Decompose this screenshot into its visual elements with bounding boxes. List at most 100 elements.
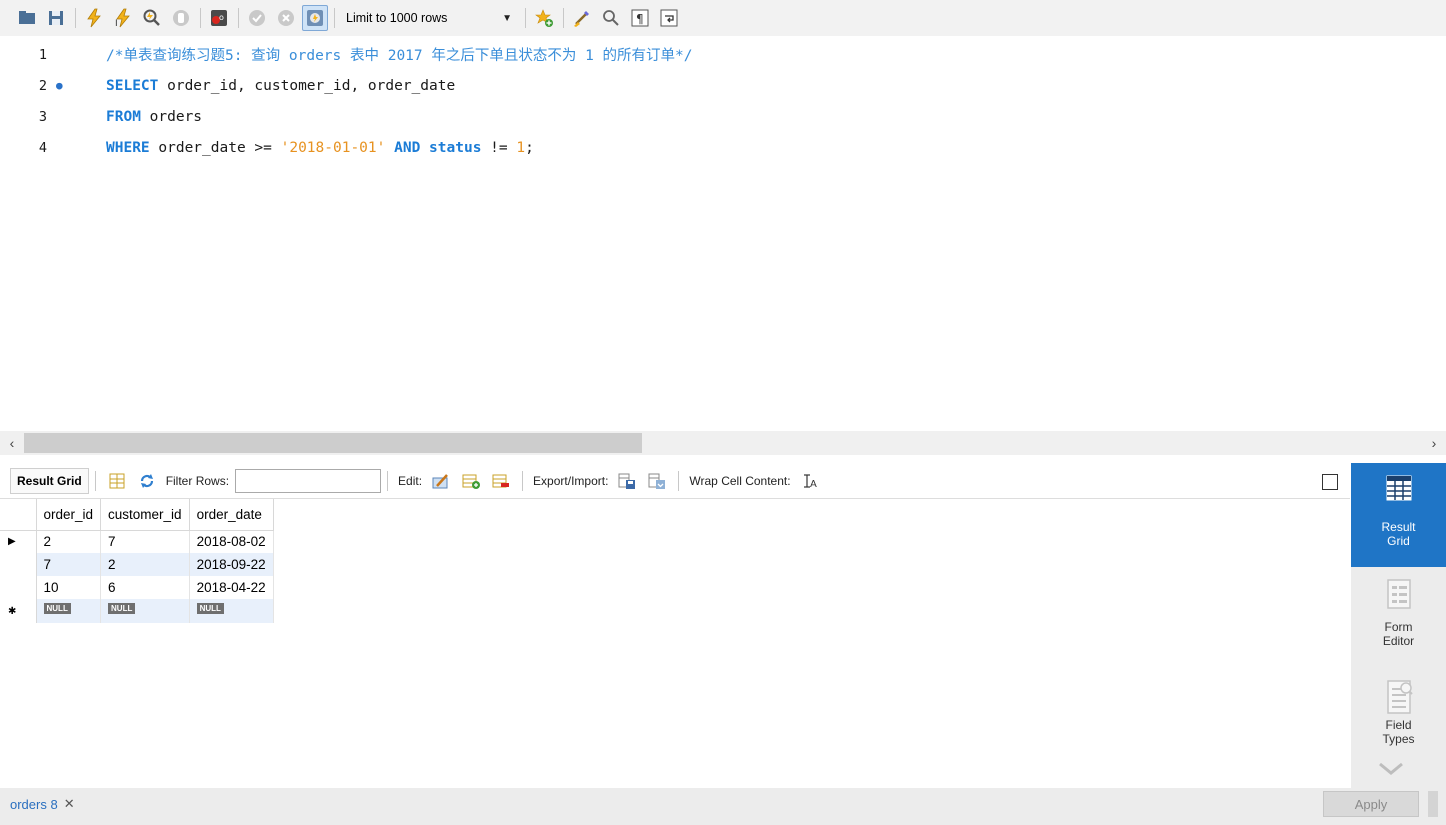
row-header-corner	[0, 499, 37, 531]
sql-editor-toolbar: I o Limit to 1000 rows ▼ ¶	[0, 0, 1446, 36]
explain-icon[interactable]	[139, 5, 165, 31]
toolbar-separator	[200, 8, 201, 28]
edit-label: Edit:	[398, 473, 423, 488]
null-badge: NULL	[108, 603, 136, 614]
wrap-icon[interactable]	[656, 5, 682, 31]
grid-cell[interactable]: 6	[100, 576, 190, 599]
grid-header-row: order_id customer_id order_date	[0, 499, 274, 531]
filter-rows-input[interactable]	[235, 468, 382, 493]
grid-cell[interactable]: 10	[36, 576, 102, 599]
find-icon[interactable]	[598, 5, 624, 31]
editor-horizontal-scrollbar[interactable]: ‹ ›	[0, 431, 1446, 455]
toolbar-separator	[94, 470, 96, 491]
row-header[interactable]	[0, 553, 37, 576]
table-row[interactable]: 10 6 2018-04-22	[0, 576, 274, 599]
insert-row-icon[interactable]	[460, 470, 482, 492]
result-grid-tab[interactable]: Result Grid	[10, 467, 89, 494]
table-row[interactable]: 7 2 2018-09-22	[0, 553, 274, 576]
invisible-chars-icon[interactable]: ¶	[627, 5, 653, 31]
grid-layout-icon[interactable]	[106, 470, 128, 492]
scroll-track[interactable]	[24, 432, 1422, 454]
result-side-panel: Result Grid Form Editor Field Types	[1351, 463, 1446, 788]
commit-icon[interactable]	[244, 5, 270, 31]
grid-cell-null[interactable]: NULL	[36, 599, 102, 623]
limit-rows-label: Limit to 1000 rows	[346, 11, 448, 25]
apply-button[interactable]: Apply	[1323, 791, 1419, 817]
grid-cell[interactable]: 2018-08-02	[189, 530, 274, 553]
grid-cell[interactable]: 2	[100, 553, 190, 576]
grid-cell[interactable]: 7	[100, 530, 190, 553]
grid-cell[interactable]: 7	[36, 553, 102, 576]
new-row[interactable]: ✱ NULL NULL NULL	[0, 599, 274, 623]
column-header[interactable]: order_date	[189, 499, 274, 531]
grid-cell[interactable]: 2	[36, 530, 102, 553]
toggle-error-icon[interactable]: o	[206, 5, 232, 31]
export-import-label: Export/Import:	[533, 473, 609, 488]
null-badge: NULL	[196, 603, 224, 614]
grid-cell[interactable]: 2018-04-22	[189, 576, 274, 599]
stop-icon[interactable]	[168, 5, 194, 31]
column-header[interactable]: customer_id	[100, 499, 190, 531]
result-tab-bar: orders 8 ✕ Apply	[0, 788, 1446, 825]
panel-grip[interactable]	[1428, 791, 1438, 817]
refresh-icon[interactable]	[136, 470, 158, 492]
autocommit-icon[interactable]	[302, 5, 328, 31]
side-tab-form-editor[interactable]: Form Editor	[1351, 573, 1446, 669]
edit-row-icon[interactable]	[430, 470, 452, 492]
close-icon[interactable]: ✕	[64, 796, 75, 812]
code-line[interactable]: 4 WHERE order_date >= '2018-01-01' AND s…	[0, 132, 534, 163]
code-line[interactable]: 2 ● SELECT order_id, customer_id, order_…	[0, 70, 455, 101]
wrap-cell-icon[interactable]: A	[799, 470, 821, 492]
code-line[interactable]: 3 FROM orders	[0, 101, 202, 132]
result-tab-orders[interactable]: orders 8 ✕	[10, 796, 75, 812]
side-tab-field-types[interactable]: Field Types	[1351, 673, 1446, 767]
side-tab-label: Types	[1382, 732, 1415, 746]
null-badge: NULL	[43, 603, 71, 614]
form-editor-icon	[1386, 579, 1411, 609]
import-icon[interactable]	[646, 470, 668, 492]
grid-cell[interactable]: 2018-09-22	[189, 553, 274, 576]
side-tab-label: Editor	[1382, 634, 1415, 648]
side-tab-result-grid[interactable]: Result Grid	[1351, 463, 1446, 567]
export-icon[interactable]	[616, 470, 638, 492]
execute-icon[interactable]	[81, 5, 107, 31]
line-number: 1	[38, 46, 47, 63]
table-row[interactable]: ▶ 2 7 2018-08-02	[0, 530, 274, 553]
row-header[interactable]	[0, 576, 37, 599]
side-tab-label: Field	[1385, 718, 1412, 732]
scroll-thumb[interactable]	[24, 433, 642, 453]
toggle-side-panel-icon[interactable]	[1322, 474, 1338, 490]
svg-text:¶: ¶	[636, 12, 644, 26]
scroll-left-icon[interactable]: ‹	[0, 435, 24, 451]
toolbar-separator	[563, 8, 564, 28]
result-grid-icon	[1386, 475, 1411, 501]
grid-cell-null[interactable]: NULL	[189, 599, 274, 623]
field-types-icon	[1386, 680, 1413, 714]
side-tab-label: Grid	[1387, 534, 1410, 548]
chevron-down-icon[interactable]	[1378, 760, 1404, 781]
toolbar-separator	[238, 8, 239, 28]
toolbar-separator	[387, 470, 389, 491]
delete-row-icon[interactable]	[490, 470, 512, 492]
code-line[interactable]: 1 /*单表查询练习题5: 查询 orders 表中 2017 年之后下单且状态…	[0, 39, 693, 70]
svg-text:I: I	[115, 19, 118, 28]
line-number: 2	[38, 77, 47, 94]
beautify-icon[interactable]	[569, 5, 595, 31]
current-row-icon[interactable]: ▶	[0, 530, 37, 553]
folder-icon[interactable]	[14, 5, 40, 31]
toolbar-separator	[525, 8, 526, 28]
add-snippet-icon[interactable]	[531, 5, 557, 31]
toolbar-separator	[678, 470, 680, 491]
column-header[interactable]: order_id	[36, 499, 102, 531]
line-number: 4	[38, 139, 47, 156]
toolbar-separator	[334, 8, 335, 28]
rollback-icon[interactable]	[273, 5, 299, 31]
save-icon[interactable]	[43, 5, 69, 31]
sql-editor[interactable]: 1 /*单表查询练习题5: 查询 orders 表中 2017 年之后下单且状态…	[0, 36, 1446, 431]
new-row-icon[interactable]: ✱	[0, 599, 37, 623]
result-grid[interactable]: order_id customer_id order_date ▶ 2 7 20…	[0, 499, 274, 623]
grid-cell-null[interactable]: NULL	[100, 599, 190, 623]
scroll-right-icon[interactable]: ›	[1422, 435, 1446, 451]
limit-rows-select[interactable]: Limit to 1000 rows ▼	[340, 6, 518, 30]
execute-current-icon[interactable]: I	[110, 5, 136, 31]
